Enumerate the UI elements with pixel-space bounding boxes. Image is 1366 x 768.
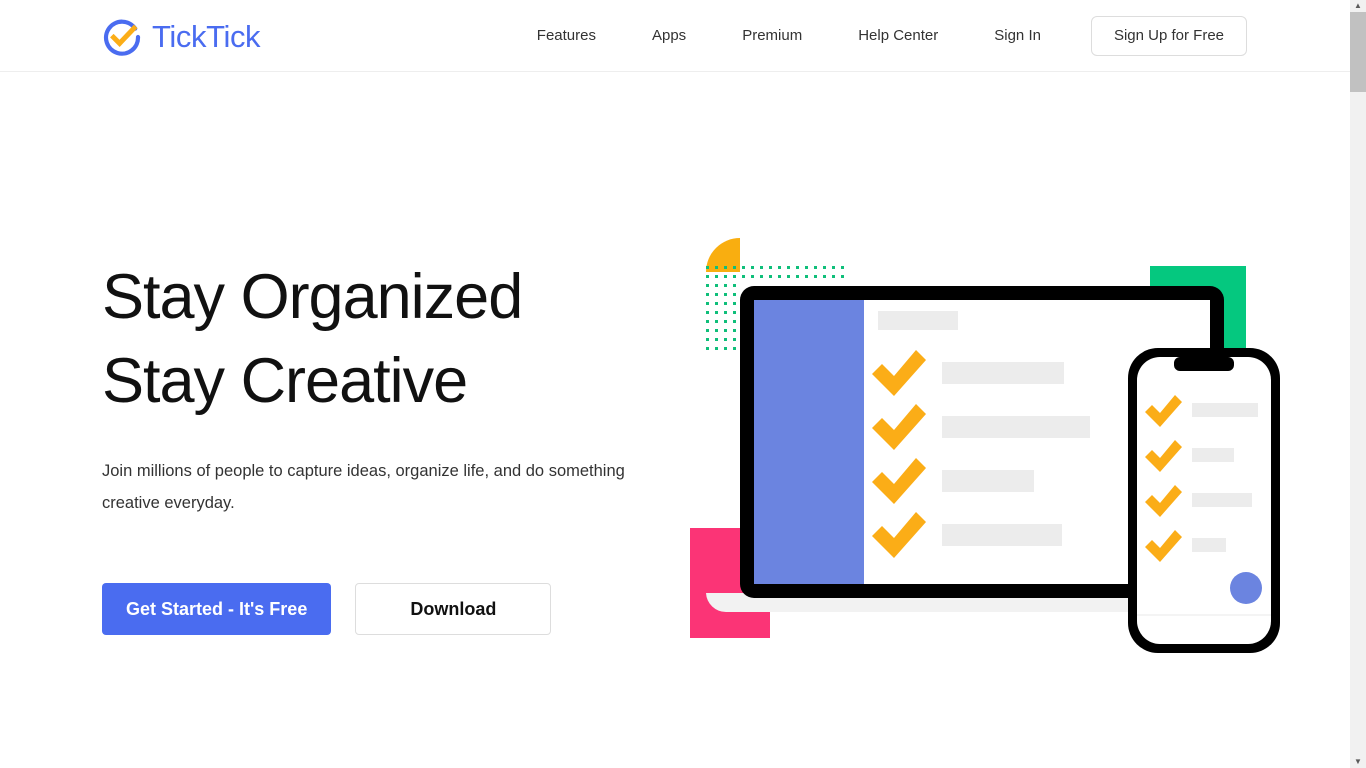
get-started-button[interactable]: Get Started - It's Free [102,583,332,635]
hero-cta-row: Get Started - It's Free Download [102,583,552,635]
brand-logo-link[interactable]: TickTick [102,16,261,58]
hero-subtitle: Join millions of people to capture ideas… [102,462,625,512]
task-placeholder-bar [1192,403,1258,417]
phone-device [1128,348,1280,653]
task-placeholder-bar [942,362,1064,384]
task-placeholder-bar [1192,448,1234,462]
caret-down-icon[interactable]: ▼ [1350,756,1366,768]
site-header: TickTick Features Apps Premium Help Cent… [0,0,1350,72]
task-placeholder-bar [1192,538,1226,552]
task-placeholder-bar [942,470,1034,492]
hero-text-block: Stay Organized Stay Creative Join millio… [102,255,702,519]
nav-features[interactable]: Features [509,0,624,72]
page-scrollbar[interactable]: ▲ ▼ [1350,0,1366,768]
nav-help-center[interactable]: Help Center [830,0,966,72]
page-title: Stay Organized Stay Creative [102,262,523,416]
sign-up-for-free-button[interactable]: Sign Up for Free [1090,16,1247,56]
primary-navigation: Features Apps Premium Help Center Sign I… [509,0,1247,72]
nav-sign-in[interactable]: Sign In [966,0,1069,72]
phone-add-task-fab [1230,572,1262,604]
nav-premium[interactable]: Premium [714,0,830,72]
laptop-title-placeholder [878,311,958,330]
task-placeholder-bar [942,524,1062,546]
brand-name: TickTick [152,19,261,54]
caret-up-icon[interactable]: ▲ [1350,0,1366,12]
nav-apps[interactable]: Apps [624,0,714,72]
task-placeholder-bar [1192,493,1252,507]
page-viewport: TickTick Features Apps Premium Help Cent… [0,0,1350,768]
ticktick-check-circle-icon [102,17,142,57]
download-button[interactable]: Download [355,583,552,635]
task-placeholder-bar [942,416,1090,438]
laptop-sidebar [754,300,864,584]
hero-illustration [688,238,1288,663]
scrollbar-thumb[interactable] [1350,12,1366,92]
